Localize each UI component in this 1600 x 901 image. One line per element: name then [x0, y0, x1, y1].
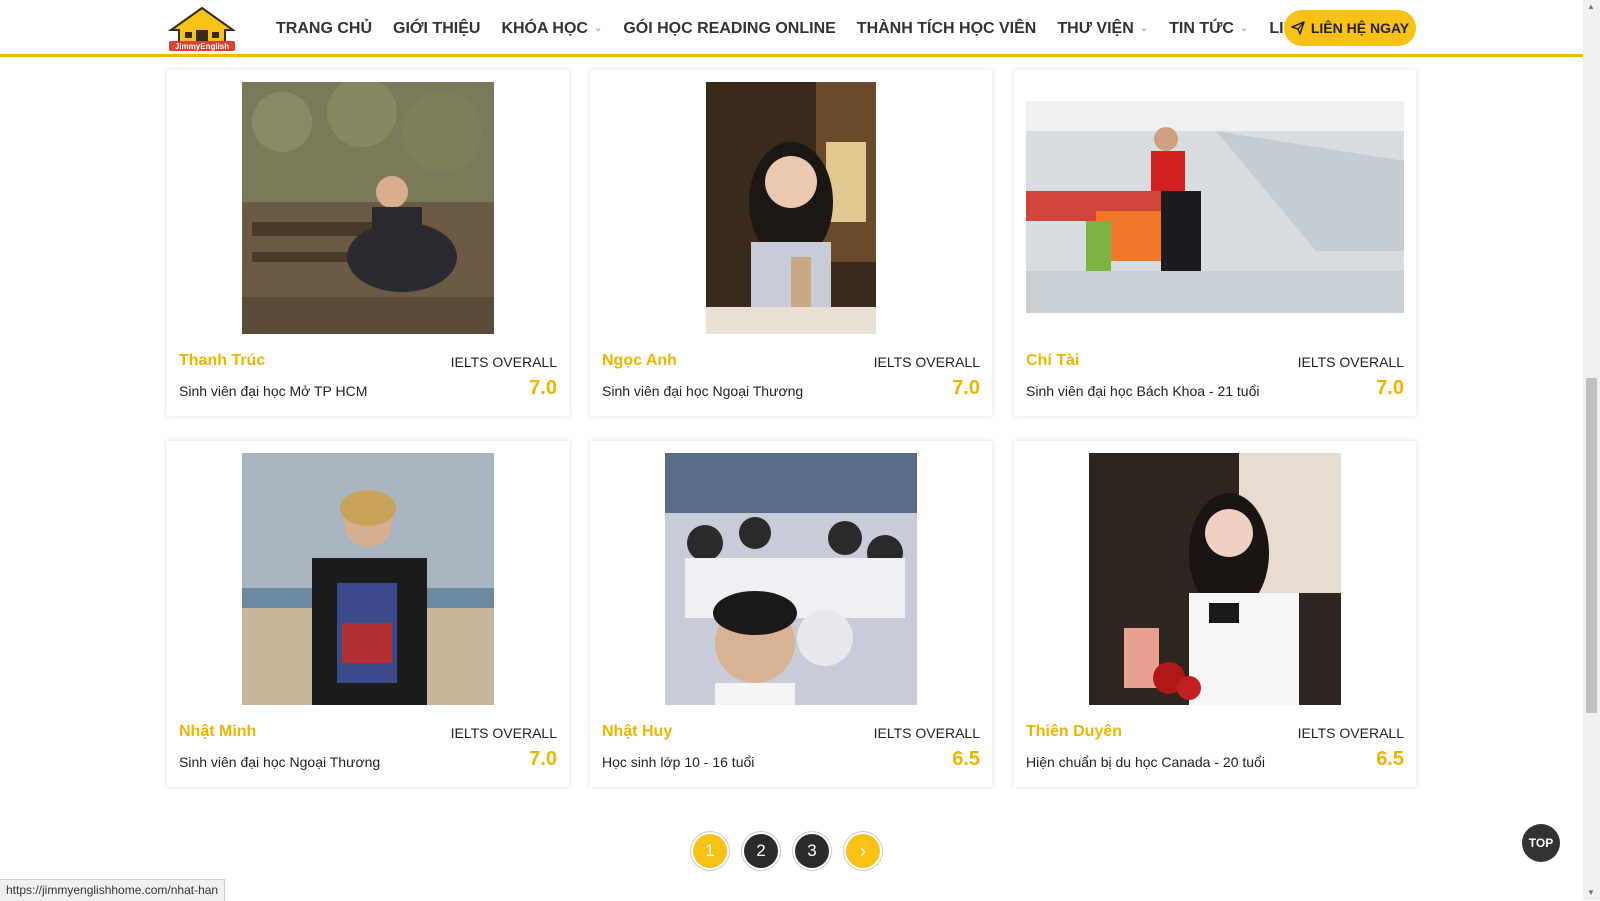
- next-page-button[interactable]: ›: [846, 834, 880, 868]
- student-name: Ngọc Anh: [602, 352, 677, 369]
- link-status-bar: https://jimmyenglishhome.com/nhat-han: [0, 879, 226, 901]
- student-description: Sinh viên đại học Ngoại Thương: [602, 383, 804, 399]
- nav-item-home[interactable]: TRANG CHỦ: [276, 20, 372, 38]
- page-1-button[interactable]: 1: [693, 834, 727, 868]
- exam-label: IELTS OVERALL: [873, 354, 980, 370]
- score-value: 7.0: [529, 748, 557, 770]
- pagination: 1 2 3 ›: [693, 834, 897, 868]
- student-photo: [1089, 453, 1341, 705]
- page-2-button[interactable]: 2: [744, 834, 778, 868]
- student-photo: [1026, 101, 1404, 313]
- logo[interactable]: JimmyEnglish: [167, 4, 237, 52]
- student-card[interactable]: Nhật Minh IELTS OVERALL Sinh viên đại họ…: [167, 441, 569, 787]
- cta-label: LIÊN HỆ NGAY: [1310, 20, 1410, 36]
- score-value: 7.0: [529, 377, 557, 399]
- nav-item-news[interactable]: TIN TỨC ⌄: [1169, 20, 1248, 38]
- site-header: JimmyEnglish TRANG CHỦ GIỚI THIỆU KHÓA H…: [0, 0, 1583, 57]
- house-logo-icon: JimmyEnglish: [167, 6, 237, 51]
- exam-label: IELTS OVERALL: [1297, 725, 1404, 741]
- nav-label: TRANG CHỦ: [276, 19, 372, 37]
- scroll-down-arrow-icon[interactable]: ▼: [1587, 888, 1595, 897]
- nav-item-achievements[interactable]: THÀNH TÍCH HỌC VIÊN: [857, 20, 1037, 38]
- student-card[interactable]: Nhật Huy IELTS OVERALL Học sinh lớp 10 -…: [590, 441, 992, 787]
- student-description: Sinh viên đại học Bách Khoa - 21 tuổi: [1026, 383, 1260, 399]
- chevron-down-icon: ⌄: [1239, 23, 1249, 34]
- student-description: Hiện chuẩn bị du học Canada - 20 tuổi: [1026, 754, 1265, 770]
- student-name: Chí Tài: [1026, 352, 1080, 369]
- nav-item-courses[interactable]: KHÓA HỌC ⌄: [501, 20, 602, 38]
- student-name: Thanh Trúc: [179, 352, 266, 369]
- scrollbar[interactable]: ▲ ▼: [1583, 0, 1600, 900]
- student-photo: [242, 82, 494, 334]
- nav-label: GÓI HỌC READING ONLINE: [623, 19, 836, 37]
- exam-label: IELTS OVERALL: [873, 725, 980, 741]
- score-value: 6.5: [952, 748, 980, 770]
- student-name: Nhật Minh: [179, 723, 257, 740]
- nav-label: KHÓA HỌC: [501, 19, 588, 37]
- exam-label: IELTS OVERALL: [1297, 354, 1404, 370]
- nav-label: THÀNH TÍCH HỌC VIÊN: [856, 19, 1037, 37]
- main-nav: TRANG CHỦ GIỚI THIỆU KHÓA HỌC ⌄ GÓI HỌC R…: [276, 0, 1353, 57]
- back-to-top-button[interactable]: TOP: [1522, 824, 1560, 862]
- score-value: 7.0: [952, 377, 980, 399]
- student-card[interactable]: Ngọc Anh IELTS OVERALL Sinh viên đại học…: [590, 70, 992, 416]
- scrollbar-thumb[interactable]: [1586, 378, 1597, 713]
- page-3-button[interactable]: 3: [795, 834, 829, 868]
- student-description: Học sinh lớp 10 - 16 tuổi: [602, 754, 755, 770]
- student-card[interactable]: Thanh Trúc IELTS OVERALL Sinh viên đại h…: [167, 70, 569, 416]
- chevron-down-icon: ⌄: [1139, 23, 1149, 34]
- student-card[interactable]: Thiên Duyên IELTS OVERALL Hiện chuẩn bị …: [1014, 441, 1416, 787]
- svg-text:JimmyEnglish: JimmyEnglish: [175, 42, 229, 51]
- student-name: Nhật Huy: [602, 723, 673, 740]
- nav-item-about[interactable]: GIỚI THIỆU: [393, 20, 480, 38]
- paper-plane-icon: [1291, 21, 1305, 35]
- score-value: 6.5: [1376, 748, 1404, 770]
- nav-item-library[interactable]: THƯ VIỆN ⌄: [1057, 20, 1148, 38]
- nav-label: TIN TỨC: [1169, 19, 1234, 37]
- student-description: Sinh viên đại học Mở TP HCM: [179, 383, 368, 399]
- student-description: Sinh viên đại học Ngoại Thương: [179, 754, 381, 770]
- contact-now-button[interactable]: LIÊN HỆ NGAY: [1284, 10, 1416, 46]
- score-value: 7.0: [1376, 377, 1404, 399]
- student-photo: [665, 453, 917, 705]
- student-name: Thiên Duyên: [1026, 723, 1123, 740]
- nav-item-reading-online[interactable]: GÓI HỌC READING ONLINE: [623, 20, 835, 38]
- scroll-up-arrow-icon[interactable]: ▲: [1587, 2, 1595, 11]
- nav-label: GIỚI THIỆU: [393, 19, 481, 37]
- student-card[interactable]: Chí Tài IELTS OVERALL Sinh viên đại học …: [1014, 70, 1416, 416]
- exam-label: IELTS OVERALL: [450, 725, 557, 741]
- student-photo: [242, 453, 494, 705]
- nav-label: THƯ VIỆN: [1057, 19, 1134, 37]
- chevron-down-icon: ⌄: [593, 23, 603, 34]
- exam-label: IELTS OVERALL: [450, 354, 557, 370]
- student-photo: [706, 82, 876, 334]
